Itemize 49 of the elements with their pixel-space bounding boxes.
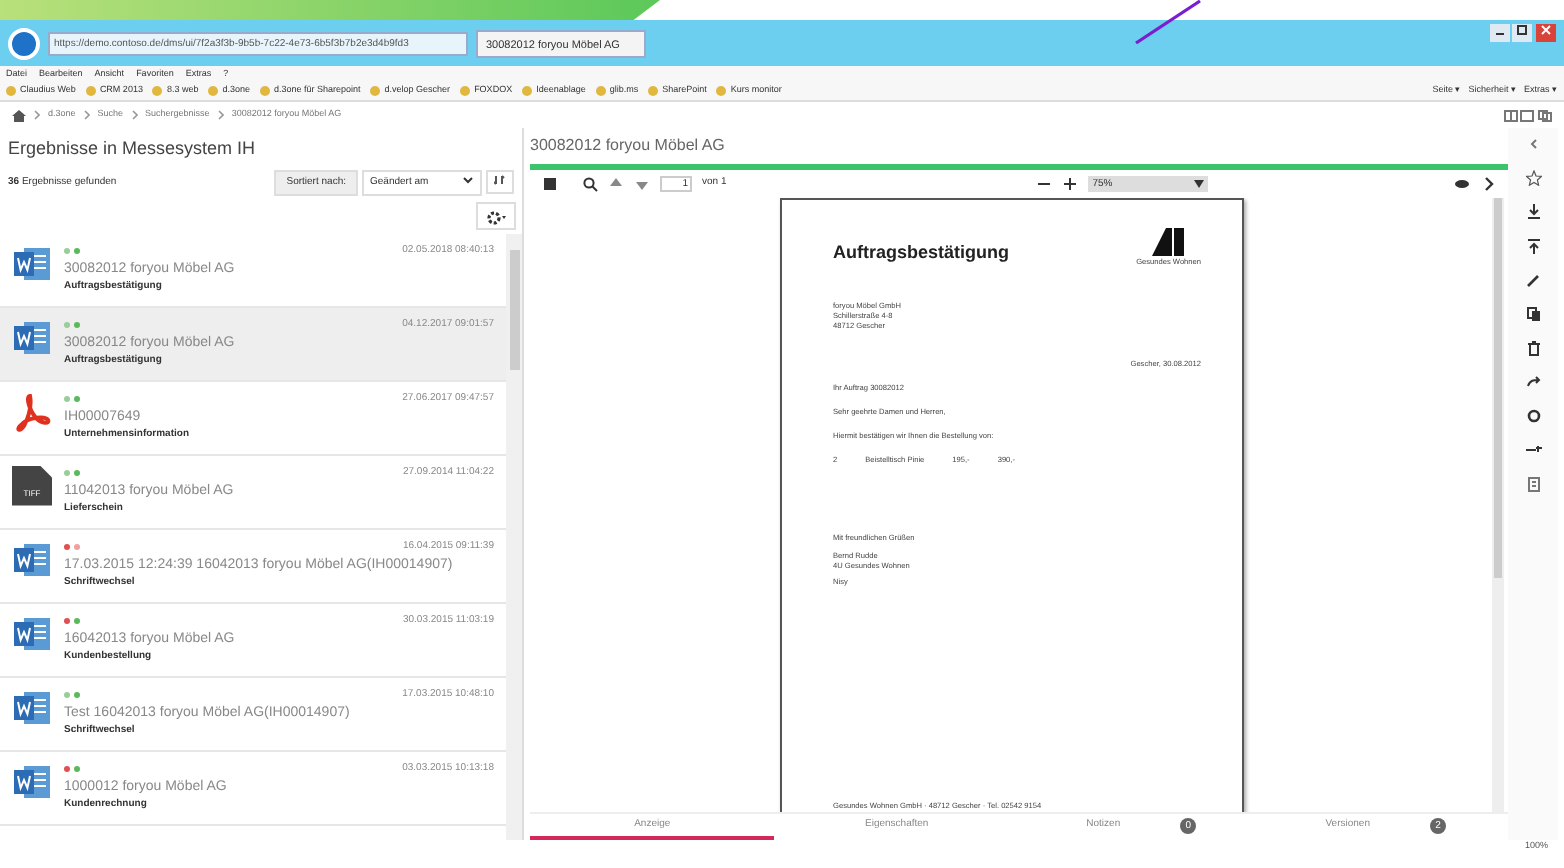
window-icon[interactable] [1520, 109, 1535, 121]
sort-order-button[interactable] [486, 170, 514, 195]
eye-icon[interactable] [1454, 176, 1470, 192]
chevron-right-icon [34, 110, 40, 120]
word-document-icon [12, 687, 52, 728]
chevron-right-icon [131, 110, 138, 120]
upload-icon[interactable] [1525, 238, 1541, 254]
share-icon[interactable] [1525, 374, 1541, 390]
document-heading: Auftragsbestätigung [833, 240, 1010, 266]
word-document-icon [12, 613, 52, 654]
star-icon[interactable] [1525, 170, 1541, 186]
home-icon[interactable] [12, 109, 26, 121]
minimize-button[interactable] [1489, 23, 1509, 42]
up-arrow-icon[interactable] [608, 176, 624, 192]
word-document-icon [12, 243, 52, 284]
down-arrow-icon[interactable] [634, 176, 650, 192]
chevron-right-icon [217, 110, 224, 120]
search-icon[interactable] [582, 176, 598, 192]
sort-icon [494, 174, 506, 187]
back-button[interactable] [8, 27, 40, 59]
word-document-icon [12, 539, 52, 580]
sidebar-toggle-icon[interactable] [542, 176, 558, 192]
trash-icon[interactable] [1525, 340, 1541, 356]
maximize-icon [1516, 24, 1529, 37]
results-title: Ergebnisse in Messesystem IH [6, 136, 258, 162]
layout-icon[interactable] [1503, 109, 1517, 121]
pdf-icon [12, 391, 52, 432]
chevron-right-icon [83, 110, 90, 120]
close-button[interactable] [1536, 23, 1556, 42]
maximize-button[interactable] [1512, 23, 1533, 42]
download-icon[interactable] [1525, 204, 1541, 220]
close-icon [1540, 24, 1552, 37]
word-document-icon [12, 761, 52, 802]
pen-stroke [1134, 0, 1202, 44]
caret-icon [1194, 180, 1205, 188]
scrollbar[interactable] [506, 233, 522, 840]
pen-icon[interactable] [1525, 272, 1541, 288]
chevron-down-icon [462, 175, 474, 183]
logo-icon [1152, 228, 1185, 256]
settings-button[interactable] [475, 202, 515, 230]
collapse-icon[interactable] [1525, 136, 1541, 152]
copy-icon[interactable] [1525, 306, 1541, 322]
document-title: 30082012 foryou Möbel AG [530, 134, 727, 158]
word-document-icon [12, 317, 52, 358]
zoom-in-icon[interactable] [1062, 176, 1079, 192]
clipboard-icon[interactable] [1525, 476, 1541, 492]
scrollbar[interactable] [1492, 198, 1504, 812]
gear-icon [485, 209, 505, 226]
chevron-right-icon[interactable] [1480, 176, 1496, 192]
